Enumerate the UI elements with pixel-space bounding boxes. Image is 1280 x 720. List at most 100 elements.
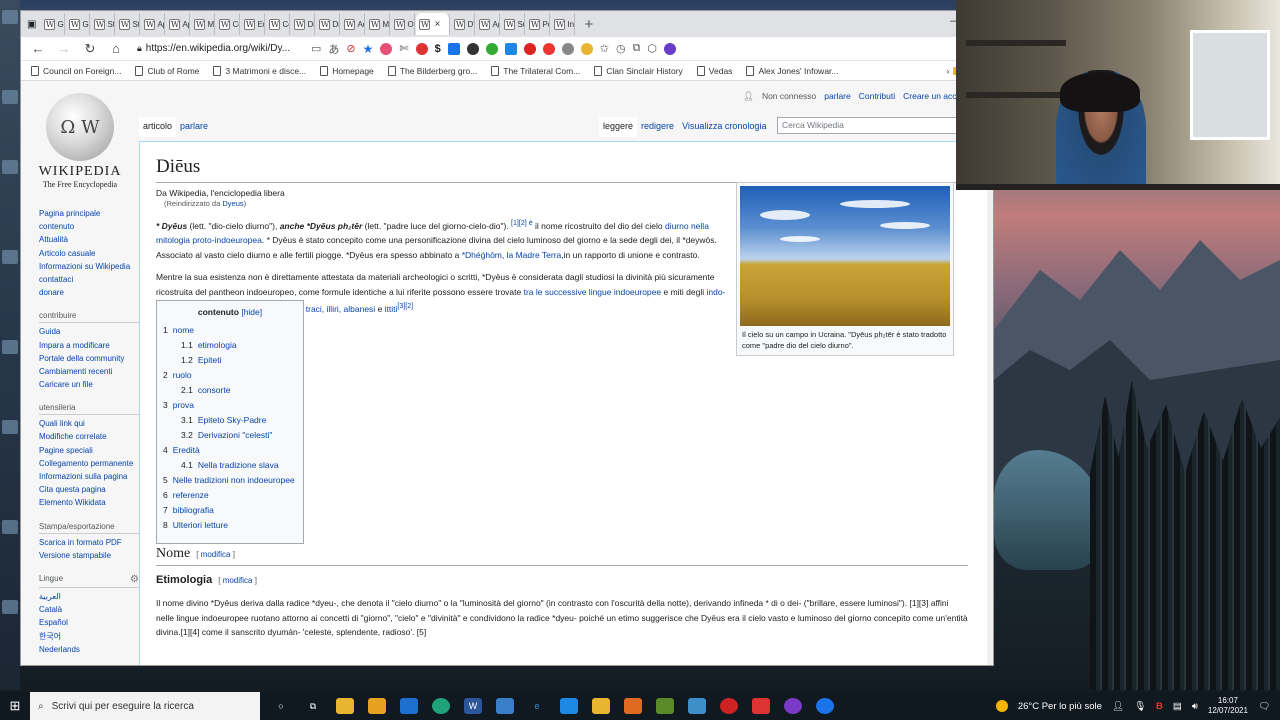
- mic-icon[interactable]: 🎙︎: [1134, 701, 1146, 712]
- bookmark-item[interactable]: Clan Sinclair History: [594, 65, 683, 76]
- bookmark-item[interactable]: 3 Matrimoni e disce...: [213, 65, 306, 76]
- browser-tab[interactable]: WPot: [526, 13, 551, 35]
- browser-tab[interactable]: WMin: [191, 13, 216, 35]
- desktop-icon[interactable]: [2, 10, 18, 24]
- edit-link[interactable]: modifica: [223, 576, 253, 585]
- toc-item[interactable]: 2.1 consorte: [163, 385, 297, 395]
- tab-article[interactable]: articolo: [139, 117, 177, 137]
- sidebar-link[interactable]: العربية: [39, 592, 139, 601]
- app-icon[interactable]: [560, 698, 578, 714]
- toc-item[interactable]: 4 Eredità: [163, 445, 297, 455]
- browser-tab[interactable]: WDin: [316, 13, 341, 35]
- redirect-link[interactable]: Dyeus: [222, 199, 243, 208]
- extension-icon[interactable]: [466, 42, 479, 55]
- sidebar-link[interactable]: contattaci: [39, 275, 139, 284]
- store-icon[interactable]: [368, 698, 386, 714]
- toc-item[interactable]: 2 ruolo: [163, 370, 297, 380]
- extension-icon[interactable]: [415, 42, 428, 55]
- extension-icon[interactable]: [561, 42, 574, 55]
- browser-tab[interactable]: WEuk: [241, 13, 266, 35]
- sidebar-link[interactable]: Caricare un file: [39, 380, 139, 389]
- file-explorer-icon[interactable]: [336, 698, 354, 714]
- toc-item[interactable]: 1.2 Epiteti: [163, 355, 297, 365]
- app-icon[interactable]: [496, 698, 514, 714]
- sidebar-link[interactable]: Pagine speciali: [39, 446, 139, 455]
- desktop-icon[interactable]: [2, 420, 18, 434]
- toc-item[interactable]: 3.2 Derivazioni "celesti": [163, 430, 297, 440]
- browser-tab[interactable]: WCor: [266, 13, 291, 35]
- profile-avatar[interactable]: [664, 42, 677, 55]
- scrollbar[interactable]: [987, 142, 993, 665]
- back-icon[interactable]: ←: [29, 41, 47, 56]
- link-lingue[interactable]: tra le successive lingue indoeuropee: [524, 287, 662, 297]
- talk-link[interactable]: parlare: [824, 91, 850, 102]
- sidebar-link[interactable]: Scarica in formato PDF: [39, 538, 139, 547]
- home-icon[interactable]: ⌂: [107, 41, 125, 56]
- sidebar-link[interactable]: Elemento Wikidata: [39, 498, 139, 507]
- sidebar-link[interactable]: Versione stampabile: [39, 551, 139, 560]
- desktop-icon[interactable]: [2, 600, 18, 614]
- toc-item[interactable]: 3.1 Epiteto Sky-Padre: [163, 415, 297, 425]
- sidebar-link[interactable]: Impara a modificare: [39, 341, 139, 350]
- sidebar-link[interactable]: Attualità: [39, 235, 139, 244]
- browser-tab[interactable]: WApi: [141, 13, 166, 35]
- tab-edit[interactable]: redigere: [637, 117, 678, 137]
- sidebar-link[interactable]: contenuto: [39, 222, 139, 231]
- bookmark-item[interactable]: Vedas: [696, 65, 732, 76]
- sidebar-link[interactable]: Informazioni su Wikipedia: [39, 262, 139, 271]
- app-icon[interactable]: [688, 698, 706, 714]
- browser-tab[interactable]: WSto: [116, 13, 141, 35]
- ie-icon[interactable]: e: [528, 698, 546, 714]
- sidebar-link[interactable]: Català: [39, 605, 139, 614]
- link-ittiti[interactable]: ittiti: [385, 304, 398, 314]
- browser-tab[interactable]: WGer: [41, 13, 66, 35]
- desktop-icon[interactable]: [2, 160, 18, 174]
- bookmark-item[interactable]: The Bilderberg gro...: [387, 65, 477, 76]
- bookmark-item[interactable]: Alex Jones' Infowar...: [746, 65, 839, 76]
- toc-item[interactable]: 1 nome: [163, 325, 297, 335]
- sidebar-link[interactable]: donare: [39, 288, 139, 297]
- link-dhegom[interactable]: *Dhéǵhōm: [462, 250, 502, 260]
- windows-start-icon[interactable]: ⊞: [0, 698, 30, 714]
- tab-history[interactable]: Visualizza cronologia: [678, 117, 770, 137]
- reload-icon[interactable]: ↻: [81, 41, 99, 57]
- block-icon[interactable]: ⊘: [346, 42, 355, 55]
- folder-icon[interactable]: [592, 698, 610, 714]
- contributions-link[interactable]: Contributi: [859, 91, 895, 102]
- forward-icon[interactable]: →: [55, 41, 73, 56]
- app-tray-icon[interactable]: B: [1156, 701, 1163, 712]
- read-mode-icon[interactable]: ▭: [311, 42, 321, 55]
- share-icon[interactable]: ⬡: [647, 42, 657, 55]
- browser-tab[interactable]: WSur: [501, 13, 526, 35]
- edge-icon[interactable]: [432, 698, 450, 714]
- toc-item[interactable]: 7 bibliografia: [163, 505, 297, 515]
- sidebar-link[interactable]: Nederlands: [39, 645, 139, 654]
- sidebar-link[interactable]: Collegamento permanente: [39, 459, 139, 468]
- extension-icon[interactable]: [542, 42, 555, 55]
- edit-link[interactable]: modifica: [201, 550, 231, 559]
- sidebar-link[interactable]: Portale della community: [39, 354, 139, 363]
- desktop-icon[interactable]: [2, 340, 18, 354]
- toc-item[interactable]: 5 Nelle tradizioni non indoeuropee: [163, 475, 297, 485]
- browser-tab[interactable]: WD'e: [451, 13, 476, 35]
- browser-tab[interactable]: WAdi: [341, 13, 366, 35]
- sidebar-link[interactable]: Guida: [39, 327, 139, 336]
- sidebar-link[interactable]: 한국어: [39, 632, 139, 641]
- word-icon[interactable]: W: [464, 698, 482, 714]
- app-icon[interactable]: [656, 698, 674, 714]
- history-icon[interactable]: ◷: [616, 42, 626, 55]
- extension-icon[interactable]: [523, 42, 536, 55]
- tab-read[interactable]: leggere: [599, 117, 638, 137]
- sidebar-link[interactable]: Español: [39, 618, 139, 627]
- dollar-icon[interactable]: $: [435, 43, 441, 55]
- notification-icon[interactable]: 🗨︎: [1258, 701, 1270, 712]
- toc-item[interactable]: 8 Ulteriori letture: [163, 520, 297, 530]
- sidebar-link[interactable]: Quali link qui: [39, 419, 139, 428]
- toc-item[interactable]: 4.1 Nella tradizione slava: [163, 460, 297, 470]
- desktop-icon[interactable]: [2, 250, 18, 264]
- toc-hide-toggle[interactable]: [hide]: [241, 307, 262, 317]
- favorite-star-icon[interactable]: ★: [363, 42, 374, 56]
- person-icon[interactable]: 👤︎: [1112, 701, 1124, 712]
- clock[interactable]: 16:07 12/07/2021: [1208, 696, 1248, 716]
- reference-link[interactable]: [3][2]: [397, 302, 413, 310]
